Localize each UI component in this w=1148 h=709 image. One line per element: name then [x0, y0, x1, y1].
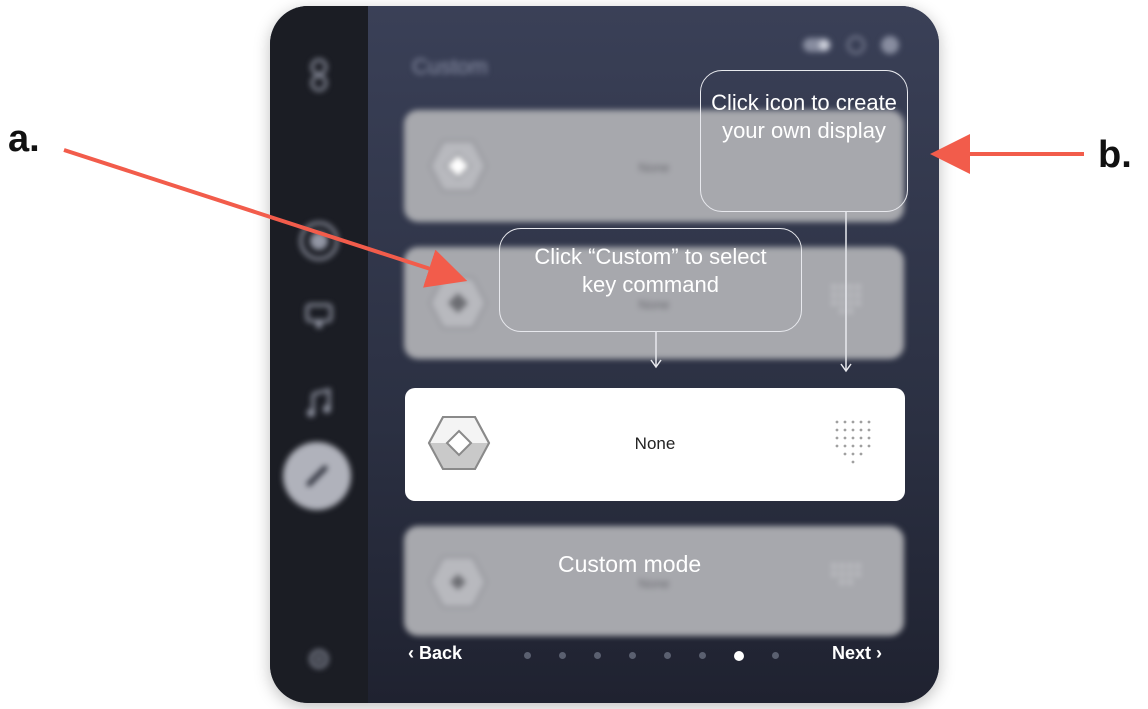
- page-title: Custom: [412, 54, 488, 79]
- chevron-left-icon: ‹: [408, 643, 419, 663]
- monitor-icon[interactable]: [294, 292, 344, 342]
- page-dot[interactable]: [664, 652, 671, 659]
- page-dot[interactable]: [772, 652, 779, 659]
- app-window: Custom None None None None Click icon to…: [270, 6, 939, 703]
- toggle-switch[interactable]: [803, 38, 831, 52]
- key-card-active[interactable]: None: [405, 388, 905, 501]
- back-label: Back: [419, 643, 463, 663]
- dot-grid-icon: [832, 564, 860, 584]
- page-dot[interactable]: [629, 652, 636, 659]
- page-dot[interactable]: [559, 652, 566, 659]
- profile-icon[interactable]: [881, 36, 899, 54]
- page-dot-active[interactable]: [734, 651, 744, 661]
- pagination-dots: [524, 651, 779, 661]
- dot-grid-icon: [832, 285, 860, 313]
- page-dot[interactable]: [594, 652, 601, 659]
- annotation-label-a: a.: [8, 118, 40, 160]
- annotation-label-b: b.: [1098, 134, 1132, 176]
- next-button[interactable]: Next ›: [832, 643, 882, 664]
- settings-icon[interactable]: [294, 634, 344, 684]
- display-mode-icon[interactable]: [294, 216, 344, 266]
- callout-create-display: Click icon to create your own display: [700, 70, 908, 212]
- top-controls: [803, 36, 899, 54]
- next-label: Next: [832, 643, 872, 663]
- page-dot[interactable]: [699, 652, 706, 659]
- link-icon[interactable]: [294, 50, 344, 100]
- page-dot[interactable]: [524, 652, 531, 659]
- chevron-right-icon: ›: [871, 643, 883, 663]
- help-icon[interactable]: [847, 36, 865, 54]
- key-card-4[interactable]: None: [404, 526, 904, 636]
- card-label: None: [634, 434, 676, 453]
- custom-mode-icon[interactable]: [283, 442, 351, 510]
- back-button[interactable]: ‹ Back: [408, 643, 462, 664]
- dot-grid-icon[interactable]: [833, 418, 873, 468]
- callout-select-key-command: Click “Custom” to select key command: [499, 228, 802, 332]
- music-icon[interactable]: [294, 378, 344, 428]
- mode-caption: Custom mode: [558, 551, 702, 577]
- sidebar: [270, 6, 368, 703]
